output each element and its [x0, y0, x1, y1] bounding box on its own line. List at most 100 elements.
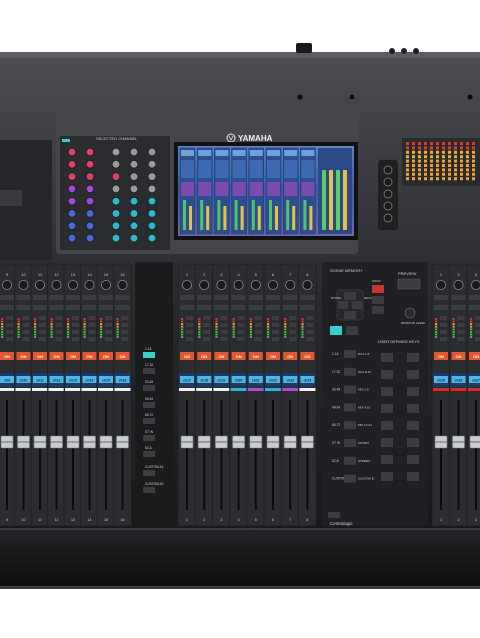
user-defined-key[interactable] — [381, 387, 393, 396]
dynamics-button[interactable] — [306, 323, 314, 327]
selected-channel-knob[interactable] — [129, 184, 139, 193]
dynamics-button[interactable] — [475, 323, 480, 327]
eq-button[interactable] — [306, 330, 314, 334]
gate-button[interactable] — [306, 337, 314, 341]
channel-encoder-knob[interactable] — [181, 279, 192, 290]
cue-button[interactable] — [469, 305, 480, 310]
cue-button[interactable] — [231, 305, 246, 310]
selected-channel-knob[interactable] — [111, 147, 121, 157]
channel-encoder-knob[interactable] — [233, 279, 244, 290]
gate-button[interactable] — [220, 337, 228, 341]
cue-button[interactable] — [214, 305, 229, 310]
selected-channel-knob[interactable] — [147, 234, 157, 243]
selected-channel-knob[interactable] — [85, 172, 95, 181]
gate-button[interactable] — [72, 337, 79, 341]
channel-encoder-knob[interactable] — [471, 280, 480, 290]
cue-button[interactable] — [16, 305, 31, 310]
scene-down-button[interactable] — [344, 311, 356, 319]
user-defined-key[interactable] — [407, 404, 419, 413]
gate-button[interactable] — [105, 337, 112, 341]
dynamics-button[interactable] — [254, 323, 262, 327]
eq-button[interactable] — [6, 330, 13, 334]
eq-button[interactable] — [105, 330, 112, 334]
preview-button[interactable] — [397, 278, 421, 290]
user-defined-key[interactable] — [407, 421, 419, 430]
sel-button[interactable] — [180, 295, 194, 300]
bank-select-button[interactable] — [143, 487, 155, 493]
channel-encoder-knob[interactable] — [101, 279, 112, 290]
cue-button[interactable] — [99, 305, 113, 310]
selected-channel-knob[interactable] — [85, 160, 95, 169]
selected-channel-knob[interactable] — [111, 160, 121, 169]
selected-channel-knob[interactable] — [147, 221, 157, 230]
dynamics-button[interactable] — [72, 323, 79, 327]
dynamics-button[interactable] — [440, 323, 447, 327]
selected-channel-knob[interactable] — [67, 147, 77, 157]
scene-up-button[interactable] — [344, 292, 356, 300]
inc-button[interactable] — [372, 296, 384, 304]
selected-channel-knob[interactable] — [85, 147, 95, 157]
monitor-knob[interactable] — [383, 165, 393, 175]
recall-button[interactable] — [352, 301, 362, 309]
selected-channel-knob[interactable] — [129, 147, 139, 157]
channel-encoder-knob[interactable] — [51, 279, 62, 290]
selected-channel-knob[interactable] — [129, 160, 139, 169]
selected-channel-knob[interactable] — [67, 172, 77, 181]
selected-channel-knob[interactable] — [129, 209, 139, 218]
user-defined-key[interactable] — [407, 387, 419, 396]
sel-button[interactable] — [66, 295, 80, 300]
user-defined-key[interactable] — [407, 353, 419, 362]
gate-button[interactable] — [289, 337, 297, 341]
user-defined-key[interactable] — [381, 353, 393, 362]
layer-key-button[interactable] — [344, 439, 356, 447]
user-defined-key[interactable] — [407, 455, 419, 464]
gate-button[interactable] — [254, 337, 262, 341]
gate-button[interactable] — [22, 337, 30, 341]
cue-button[interactable] — [197, 305, 212, 310]
channel-encoder-knob[interactable] — [68, 279, 79, 290]
eq-button[interactable] — [440, 330, 447, 334]
dynamics-button[interactable] — [272, 323, 279, 327]
bank-select-button[interactable] — [143, 470, 155, 476]
eq-button[interactable] — [254, 330, 262, 334]
sel-button[interactable] — [248, 295, 263, 300]
user-defined-key[interactable] — [381, 438, 393, 447]
layer-key-button[interactable] — [344, 385, 356, 394]
dynamics-button[interactable] — [220, 323, 228, 327]
selected-channel-knob[interactable] — [129, 234, 139, 243]
bank-select-button[interactable] — [143, 451, 155, 457]
gate-button[interactable] — [457, 337, 465, 341]
monitor-knob[interactable] — [383, 177, 393, 187]
user-defined-key[interactable] — [407, 438, 419, 447]
dynamics-button[interactable] — [6, 323, 13, 327]
cue-button[interactable] — [82, 305, 97, 310]
eq-button[interactable] — [475, 330, 480, 334]
store-button[interactable] — [338, 301, 348, 309]
input-access-button[interactable] — [330, 326, 342, 335]
channel-encoder-knob[interactable] — [18, 279, 29, 290]
selected-channel-knob[interactable] — [85, 221, 95, 230]
eq-button[interactable] — [72, 330, 79, 334]
cue-button[interactable] — [266, 305, 280, 310]
selected-channel-knob[interactable] — [147, 172, 157, 181]
eq-button[interactable] — [88, 330, 96, 334]
selected-channel-knob[interactable] — [111, 172, 121, 181]
centralogic-button[interactable] — [328, 512, 340, 518]
sel-button[interactable] — [469, 295, 480, 300]
selected-channel-knob[interactable] — [67, 209, 77, 218]
bank-select-button[interactable] — [143, 352, 155, 358]
selected-channel-knob[interactable] — [85, 184, 95, 193]
dynamics-button[interactable] — [457, 323, 465, 327]
selected-channel-knob[interactable] — [147, 209, 157, 218]
output-access-button[interactable] — [346, 326, 358, 335]
selected-channel-knob[interactable] — [147, 184, 157, 193]
eq-button[interactable] — [55, 330, 63, 334]
selected-channel-knob[interactable] — [129, 172, 139, 181]
selected-channel-knob[interactable] — [67, 221, 77, 230]
sel-button[interactable] — [16, 295, 31, 300]
bank-select-button[interactable] — [143, 402, 155, 408]
cue-button[interactable] — [66, 305, 80, 310]
channel-encoder-knob[interactable] — [267, 279, 278, 290]
gate-button[interactable] — [186, 337, 193, 341]
selected-channel-knob[interactable] — [111, 184, 121, 193]
